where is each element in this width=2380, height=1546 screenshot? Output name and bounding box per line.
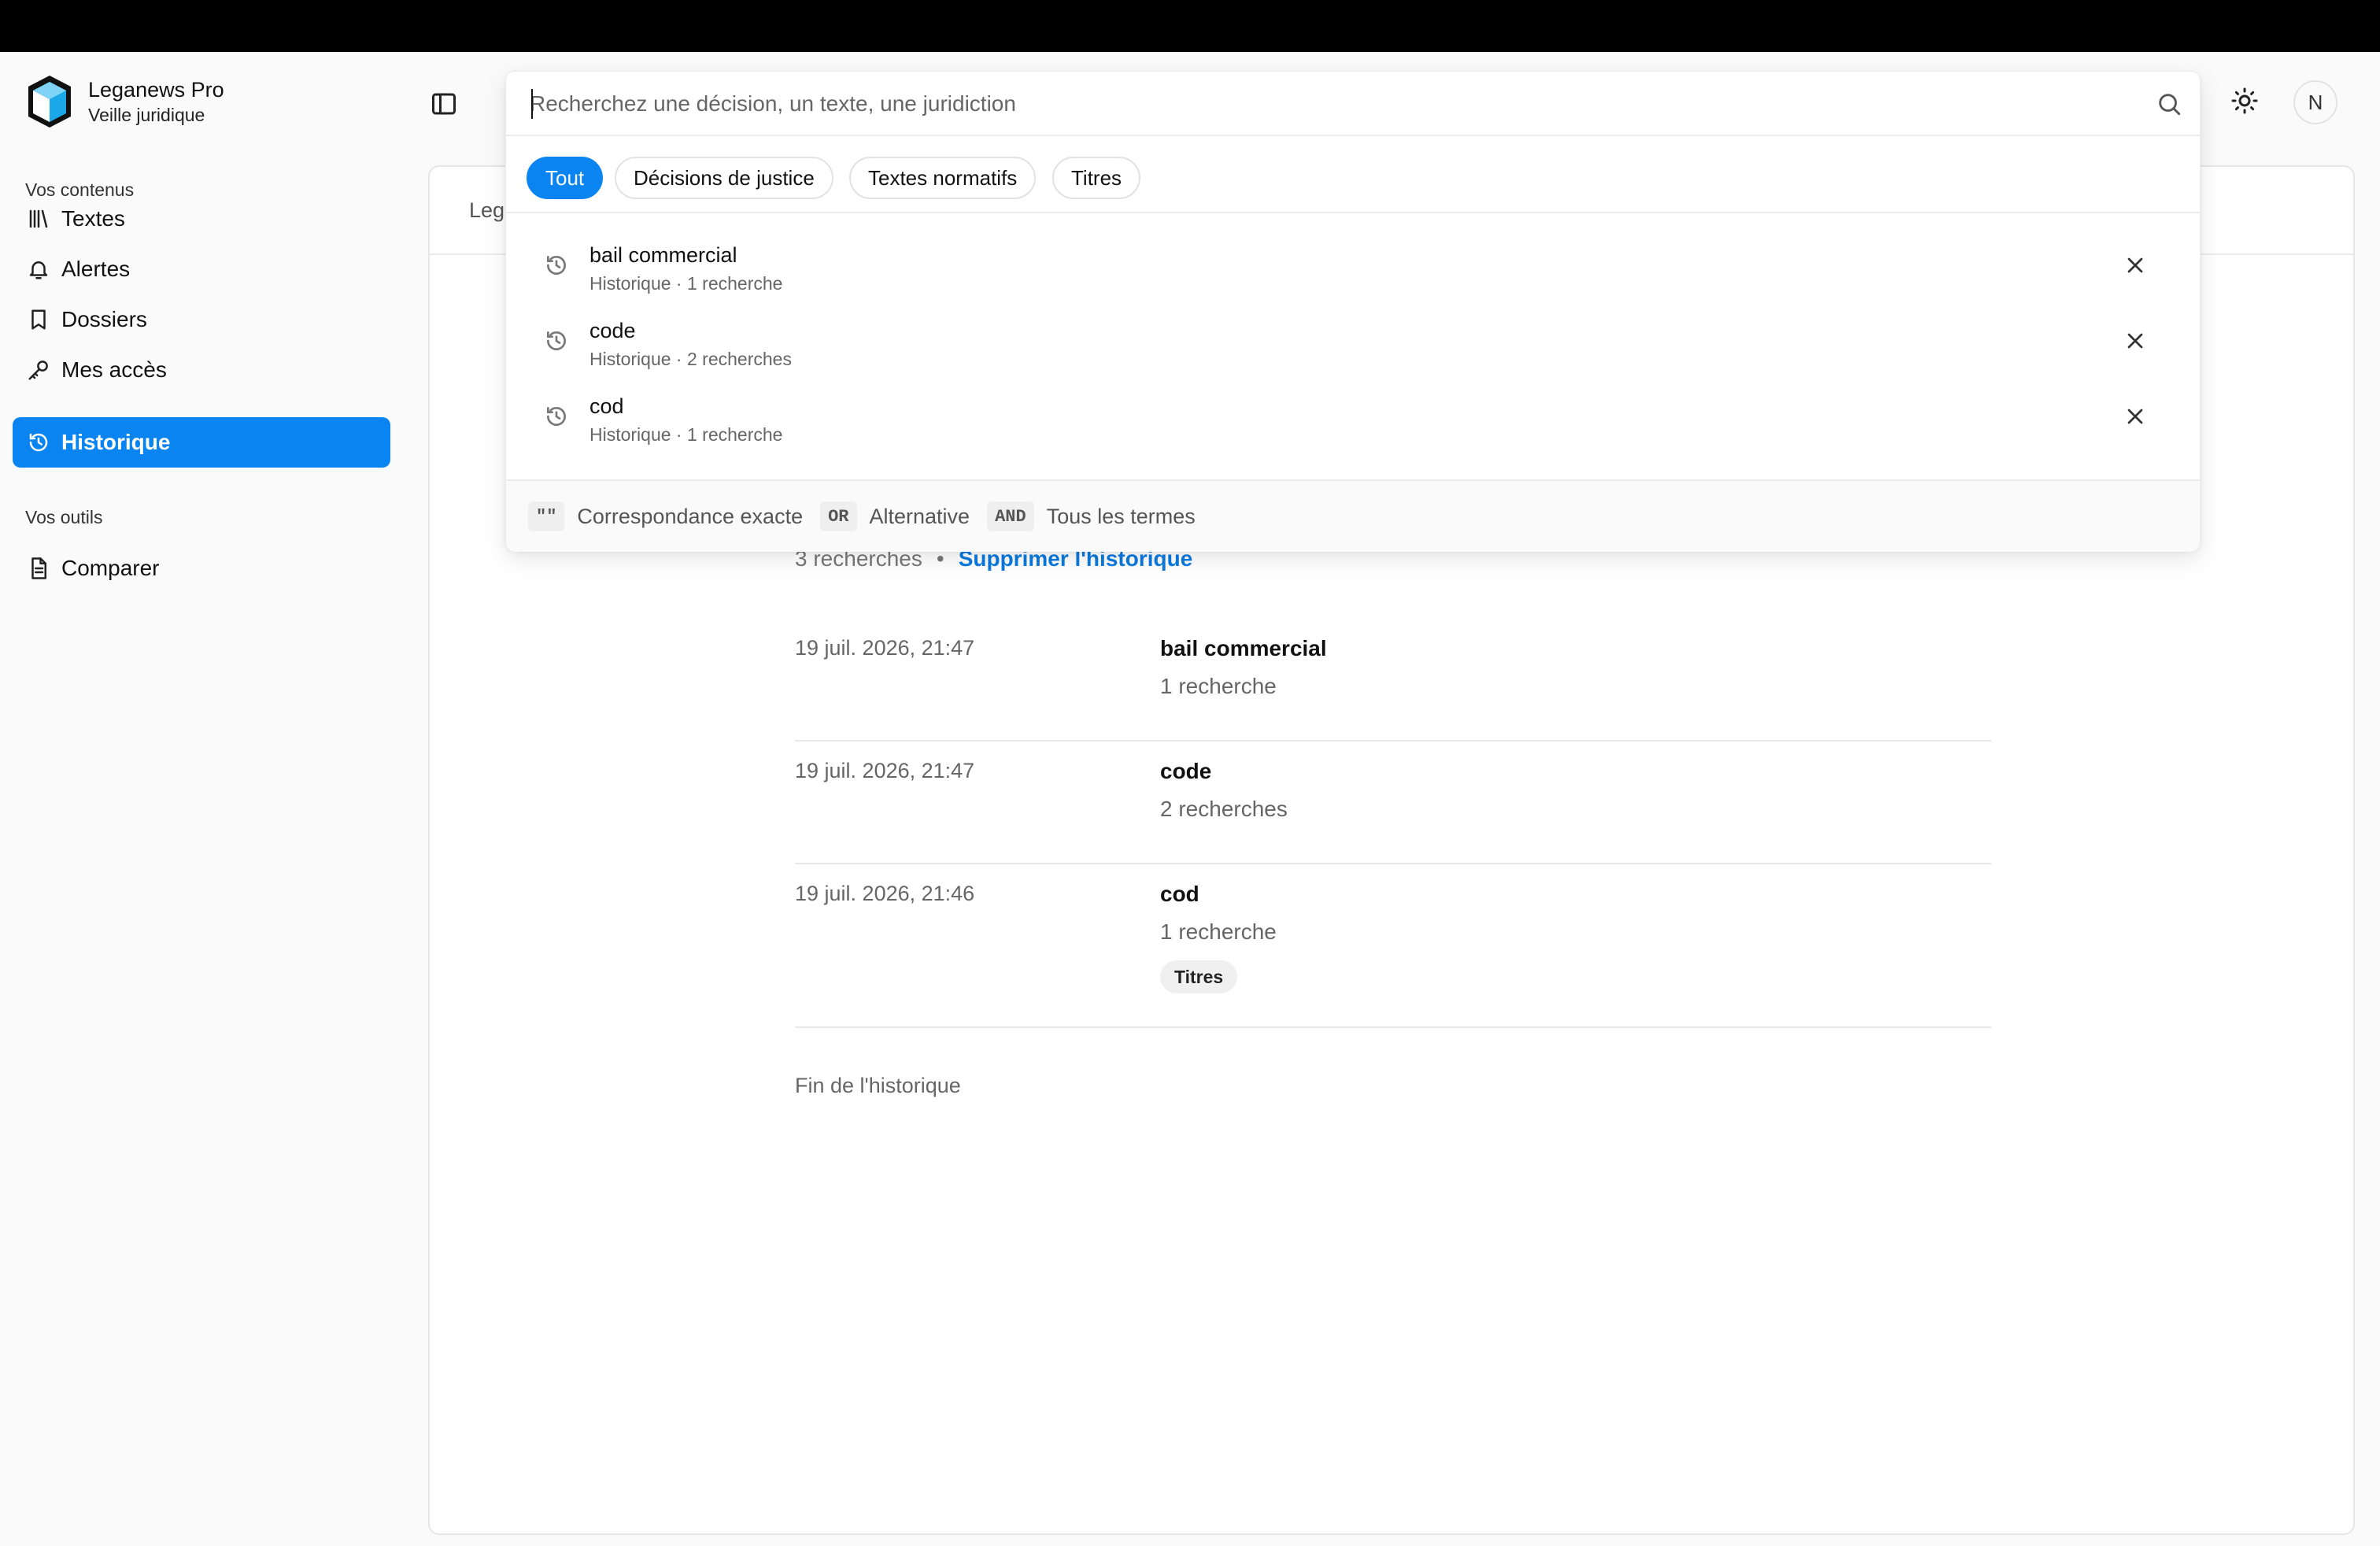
sidebar-item-alertes[interactable]: Alertes: [13, 244, 390, 294]
history-query[interactable]: bail commercial: [1160, 636, 1327, 661]
history-count: 2 recherches: [1160, 797, 1288, 821]
filter-chip-decisions[interactable]: Décisions de justice: [615, 157, 833, 199]
history-icon: [29, 433, 48, 452]
bookmark-icon: [31, 309, 46, 330]
suggestion-meta: Historique · 1 recherche: [589, 273, 783, 294]
history-date: 19 juil. 2026, 21:47: [795, 636, 975, 660]
bell-icon: [29, 261, 48, 279]
brand-subtitle: Veille juridique: [88, 105, 205, 125]
hint-badge-quotes: "": [528, 501, 565, 531]
suggestion-meta: Historique · 1 recherche: [589, 424, 783, 445]
history-count: 1 recherche: [1160, 919, 1277, 944]
search-suggestion[interactable]: cod Historique · 1 recherche: [506, 380, 2200, 456]
hint-badge-or: OR: [820, 501, 857, 531]
brand-logo-icon: [28, 76, 71, 128]
hint-badge-and: AND: [987, 501, 1034, 531]
brand-name: Leganews Pro: [88, 78, 224, 102]
search-syntax-hints: "" Correspondance exacte OR Alternative …: [506, 479, 2200, 552]
search-input[interactable]: [530, 83, 2127, 125]
sidebar-item-label: Dossiers: [61, 307, 147, 331]
close-icon[interactable]: [2123, 404, 2148, 429]
sidebar-item-label: Mes accès: [61, 357, 167, 382]
filter-chip-textes-normatifs[interactable]: Textes normatifs: [849, 157, 1037, 199]
history-count: 1 recherche: [1160, 674, 1277, 698]
sidebar-item-textes[interactable]: Textes: [13, 194, 390, 244]
sidebar-item-label: Alertes: [61, 257, 131, 281]
hint-label: Tous les termes: [1046, 504, 1196, 528]
history-date: 19 juil. 2026, 21:46: [795, 882, 975, 905]
card-header-title: Leg: [469, 198, 505, 222]
search-suggestion[interactable]: bail commercial Historique · 1 recherche: [506, 229, 2200, 305]
filter-chip-titres[interactable]: Titres: [1052, 157, 1141, 199]
search-icon[interactable]: [2156, 91, 2182, 117]
hint-label: Correspondance exacte: [577, 504, 804, 528]
history-icon: [547, 256, 566, 275]
section-label-tools: Vos outils: [25, 507, 103, 527]
history-row[interactable]: 19 juil. 2026, 21:47 code 2 recherches: [795, 759, 1991, 864]
suggestion-title: cod: [589, 394, 624, 418]
history-icon: [547, 331, 566, 350]
filter-row: Tout Décisions de justice Textes normati…: [506, 136, 2200, 213]
search-input-row: [506, 72, 2200, 136]
key-icon: [28, 361, 48, 380]
avatar[interactable]: N: [2293, 80, 2338, 124]
history-end-label: Fin de l'historique: [795, 1074, 961, 1097]
system-top-bar: [0, 0, 2380, 52]
close-icon[interactable]: [2123, 328, 2148, 353]
sun-icon[interactable]: [2230, 87, 2259, 115]
sidebar-item-comparer[interactable]: Comparer: [13, 543, 390, 594]
search-suggestion[interactable]: code Historique · 2 recherches: [506, 305, 2200, 380]
sidebar-item-historique[interactable]: Historique: [13, 417, 390, 468]
sidebar-item-dossiers[interactable]: Dossiers: [13, 294, 390, 345]
sidebar-item-label: Historique: [61, 430, 171, 454]
suggestion-meta: Historique · 2 recherches: [589, 349, 792, 369]
sidebar-toggle-icon[interactable]: [430, 90, 458, 118]
history-row[interactable]: 19 juil. 2026, 21:47 bail commercial 1 r…: [795, 636, 1991, 742]
sidebar: Leganews Pro Veille juridique Vos conten…: [0, 52, 417, 1546]
history-tag: Titres: [1160, 960, 1238, 993]
suggestion-title: code: [589, 319, 636, 342]
filter-chip-tout[interactable]: Tout: [527, 157, 604, 199]
history-query[interactable]: cod: [1160, 882, 1199, 907]
search-panel: Tout Décisions de justice Textes normati…: [505, 71, 2201, 552]
close-icon[interactable]: [2123, 253, 2148, 278]
history-query[interactable]: code: [1160, 759, 1211, 784]
brand[interactable]: Leganews Pro Veille juridique: [27, 74, 224, 129]
sidebar-item-mes-acces[interactable]: Mes accès: [13, 345, 390, 395]
library-icon: [29, 209, 48, 228]
document-icon: [31, 557, 46, 579]
history-icon: [547, 407, 566, 426]
suggestion-title: bail commercial: [589, 243, 737, 267]
history-date: 19 juil. 2026, 21:47: [795, 759, 975, 782]
hint-label: Alternative: [869, 504, 970, 528]
sidebar-item-label: Textes: [61, 206, 125, 231]
sidebar-item-label: Comparer: [61, 556, 160, 580]
text-caret: [531, 89, 533, 119]
history-row[interactable]: 19 juil. 2026, 21:46 cod 1 recherche Tit…: [795, 882, 1991, 1028]
